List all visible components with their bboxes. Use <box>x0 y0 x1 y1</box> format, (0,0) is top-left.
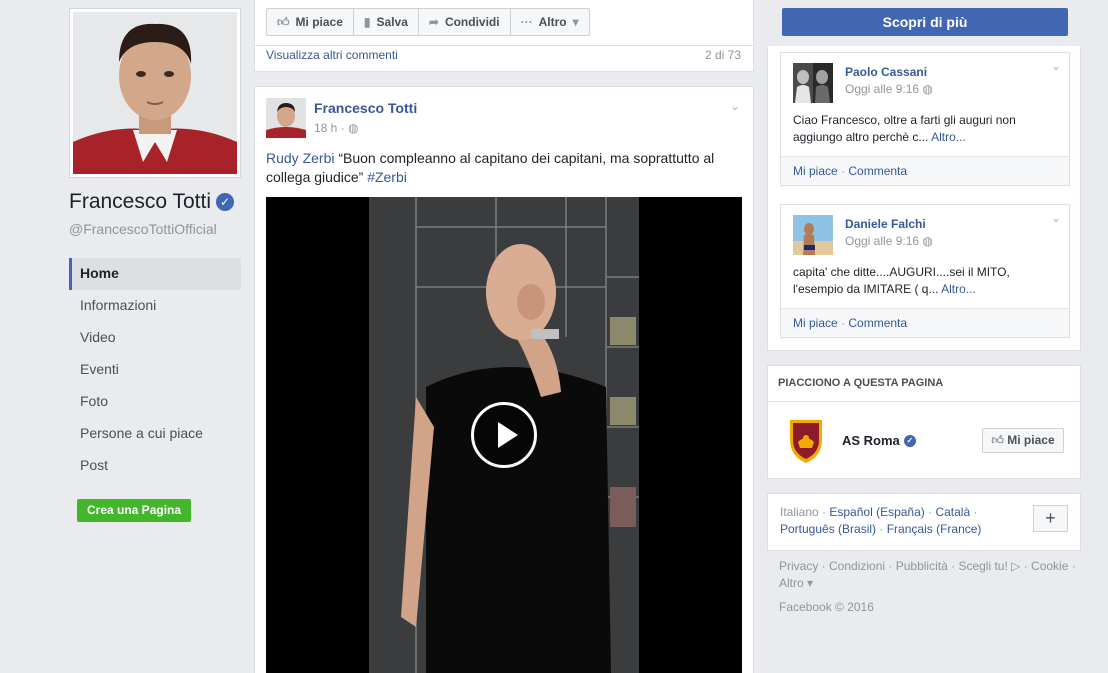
nav-item-people-like[interactable]: Persone a cui piace <box>69 418 241 450</box>
comment-author-name[interactable]: Daniele Falchi <box>845 217 926 231</box>
thumbs-up-icon: 👍︎ <box>277 15 290 29</box>
profile-picture[interactable] <box>69 8 241 178</box>
adchoices-icon: ▷ <box>1011 559 1021 573</box>
comment-actions: Mi piace · Commenta <box>781 156 1069 185</box>
more-label: Altro <box>538 15 567 29</box>
comment-body: capita' che ditte....AUGURI....sei il MI… <box>793 264 1063 298</box>
current-language: Italiano <box>780 505 819 519</box>
comment-time[interactable]: Oggi alle 9:16 ◍ <box>845 234 933 248</box>
comments-count: 2 di 73 <box>705 48 742 62</box>
play-button[interactable] <box>471 402 537 468</box>
footer-link-adchoices[interactable]: Scegli tu! <box>958 559 1007 573</box>
comment-options-chevron-icon[interactable]: ⌄ <box>1051 211 1061 225</box>
footer-link-privacy[interactable]: Privacy <box>779 559 818 573</box>
bookmark-icon: ▮ <box>363 15 371 29</box>
comment-time-text: Oggi alle 9:16 <box>845 82 920 96</box>
caret-down-icon: ▾ <box>572 15 579 29</box>
comment-author-name[interactable]: Paolo Cassani <box>845 65 927 79</box>
like-as-roma-label: Mi piace <box>1007 433 1055 447</box>
as-roma-name[interactable]: AS Roma ✓ <box>842 433 916 448</box>
view-more-comments-link[interactable]: Visualizza altri commenti <box>266 48 398 62</box>
like-page-label: Mi piace <box>295 15 343 29</box>
comment-avatar[interactable] <box>793 215 833 255</box>
comment-time-text: Oggi alle 9:16 <box>845 234 920 248</box>
comment-card: Daniele Falchi Oggi alle 9:16 ◍ ⌄ capita… <box>780 204 1070 338</box>
copyright: Facebook © 2016 <box>779 600 874 614</box>
comment-actions: Mi piace · Commenta <box>781 308 1069 337</box>
learn-more-button[interactable]: Scopri di più <box>782 8 1068 36</box>
save-label: Salva <box>376 15 408 29</box>
comment-reply-link[interactable]: Commenta <box>848 316 907 330</box>
comment-more-link[interactable]: Altro... <box>931 130 966 144</box>
comment-text: capita' che ditte....AUGURI....sei il MI… <box>793 265 1010 296</box>
post-author-avatar[interactable] <box>266 98 306 138</box>
caret-down-icon: ▾ <box>807 576 814 590</box>
post-options-chevron-icon[interactable]: ⌄ <box>730 99 740 113</box>
comment-more-link[interactable]: Altro... <box>941 282 976 296</box>
post-text: Rudy Zerbi “Buon compleanno al capitano … <box>266 149 736 187</box>
nav-item-home[interactable]: Home <box>69 258 241 290</box>
page-actions: 👍︎ Mi piace ▮ Salva ➦ Condividi ··· Altr… <box>266 8 590 36</box>
comment-body: Ciao Francesco, oltre a farti gli auguri… <box>793 112 1063 146</box>
more-dots-icon: ··· <box>520 15 533 29</box>
as-roma-name-text: AS Roma <box>842 433 900 448</box>
language-option[interactable]: Català <box>935 505 970 519</box>
globe-icon: ◍ <box>922 234 933 248</box>
divider <box>768 401 1080 402</box>
nav-item-posts[interactable]: Post <box>69 450 241 482</box>
create-page-button[interactable]: Crea una Pagina <box>77 499 192 522</box>
save-button[interactable]: ▮ Salva <box>354 9 419 35</box>
post-mention-link[interactable]: Rudy Zerbi <box>266 150 334 166</box>
separator-dot: · <box>340 121 349 135</box>
globe-icon: ◍ <box>922 82 933 96</box>
globe-icon: ◍ <box>348 121 359 135</box>
page-title-text: Francesco Totti <box>69 190 212 213</box>
comment-text: Ciao Francesco, oltre a farti gli auguri… <box>793 113 1016 144</box>
comment-like-link[interactable]: Mi piace <box>793 164 838 178</box>
comment-options-chevron-icon[interactable]: ⌄ <box>1051 59 1061 73</box>
page-title: Francesco Totti ✓ <box>69 190 235 214</box>
page-handle[interactable]: @FrancescoTottiOfficial <box>69 221 217 237</box>
footer-link-more[interactable]: Altro <box>779 576 804 590</box>
comment-like-link[interactable]: Mi piace <box>793 316 838 330</box>
comment-reply-link[interactable]: Commenta <box>848 164 907 178</box>
post-hashtag-link[interactable]: #Zerbi <box>367 169 407 185</box>
footer-link-ads[interactable]: Pubblicità <box>896 559 948 573</box>
language-option[interactable]: Português (Brasil) <box>780 522 876 536</box>
verified-badge-icon: ✓ <box>216 193 235 211</box>
footer-links: Privacy · Condizioni · Pubblicità · Sceg… <box>779 559 1076 590</box>
nav-item-photos[interactable]: Foto <box>69 386 241 418</box>
like-page-button[interactable]: 👍︎ Mi piace <box>267 9 354 35</box>
footer-link-terms[interactable]: Condizioni <box>829 559 885 573</box>
post-author-name[interactable]: Francesco Totti <box>314 100 417 116</box>
like-as-roma-button[interactable]: 👍︎ Mi piace <box>982 428 1064 453</box>
liked-pages-title: PIACCIONO A QUESTA PAGINA <box>778 377 944 389</box>
verified-badge-icon: ✓ <box>903 434 916 447</box>
share-button[interactable]: ➦ Condividi <box>419 9 511 35</box>
post-text-body: “Buon compleanno al capitano dei capitan… <box>266 150 715 185</box>
share-arrow-icon: ➦ <box>428 15 439 29</box>
more-button[interactable]: ··· Altro ▾ <box>511 9 589 35</box>
thumbs-up-icon: 👍︎ <box>991 433 1004 447</box>
nav-item-events[interactable]: Eventi <box>69 354 241 386</box>
comment-time[interactable]: Oggi alle 9:16 ◍ <box>845 82 933 96</box>
language-option[interactable]: Español (España) <box>829 505 924 519</box>
language-list: Italiano · Español (España) · Català · P… <box>780 505 982 536</box>
nav-item-video[interactable]: Video <box>69 322 241 354</box>
add-language-button[interactable]: + <box>1033 505 1068 532</box>
nav-item-info[interactable]: Informazioni <box>69 290 241 322</box>
post-timestamp[interactable]: 18 h · ◍ <box>314 121 359 135</box>
comment-card: Paolo Cassani Oggi alle 9:16 ◍ ⌄ Ciao Fr… <box>780 52 1070 186</box>
language-option[interactable]: Français (France) <box>887 522 982 536</box>
footer-link-cookies[interactable]: Cookie <box>1031 559 1068 573</box>
post-time-text: 18 h <box>314 121 338 135</box>
share-label: Condividi <box>444 15 500 29</box>
comment-avatar[interactable] <box>793 63 833 103</box>
page-nav: Home Informazioni Video Eventi Foto Pers… <box>69 258 241 482</box>
as-roma-logo[interactable] <box>786 418 826 464</box>
